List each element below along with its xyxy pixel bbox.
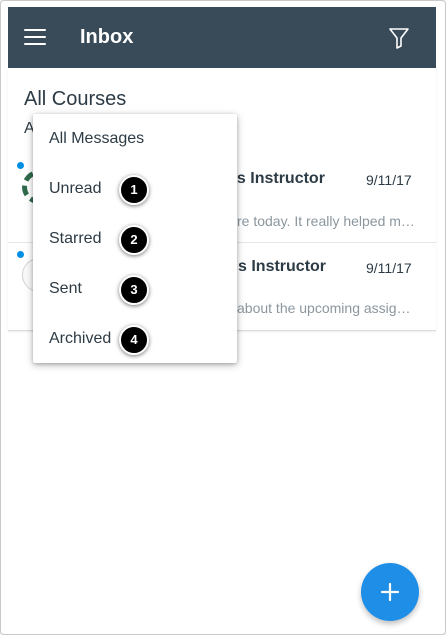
menu-item-label: Sent — [49, 280, 82, 297]
callout-badge: 4 — [119, 325, 149, 355]
hamburger-menu-icon[interactable] — [24, 29, 48, 47]
callout-badge: 1 — [119, 175, 149, 205]
message-date: 9/11/17 — [366, 260, 412, 276]
filter-icon[interactable] — [388, 27, 410, 49]
message-preview: re today. It really helped m… — [237, 213, 415, 229]
page-title: Inbox — [80, 26, 134, 48]
menu-item-all-messages[interactable]: All Messages — [33, 115, 237, 165]
menu-item-starred[interactable]: Starred 2 — [33, 215, 237, 265]
menu-item-label: Unread — [49, 180, 102, 197]
callout-badge: 2 — [119, 225, 149, 255]
message-sender: as Instructor — [228, 170, 325, 187]
menu-item-archived[interactable]: Archived 4 — [33, 315, 237, 365]
message-preview: about the upcoming assig… — [237, 300, 411, 316]
menu-item-label: Archived — [49, 330, 112, 347]
compose-button[interactable] — [361, 563, 419, 621]
unread-indicator — [17, 162, 24, 169]
app-screen: Inbox All Courses A as Instructor 9/11/1… — [0, 0, 446, 635]
callout-badge: 3 — [119, 275, 149, 305]
message-date: 9/11/17 — [366, 172, 412, 188]
menu-item-sent[interactable]: Sent 3 — [33, 265, 237, 315]
menu-item-label: All Messages — [49, 130, 145, 147]
menu-item-unread[interactable]: Unread 1 — [33, 165, 237, 215]
filter-dropdown-menu: All Messages Unread 1 Starred 2 Sent 3 A… — [33, 114, 237, 363]
menu-item-label: Starred — [49, 230, 102, 247]
message-sender: s Instructor — [238, 258, 327, 275]
top-app-bar: Inbox — [8, 7, 436, 68]
plus-icon — [380, 582, 400, 602]
course-title[interactable]: All Courses — [24, 88, 126, 111]
unread-indicator — [17, 251, 24, 258]
